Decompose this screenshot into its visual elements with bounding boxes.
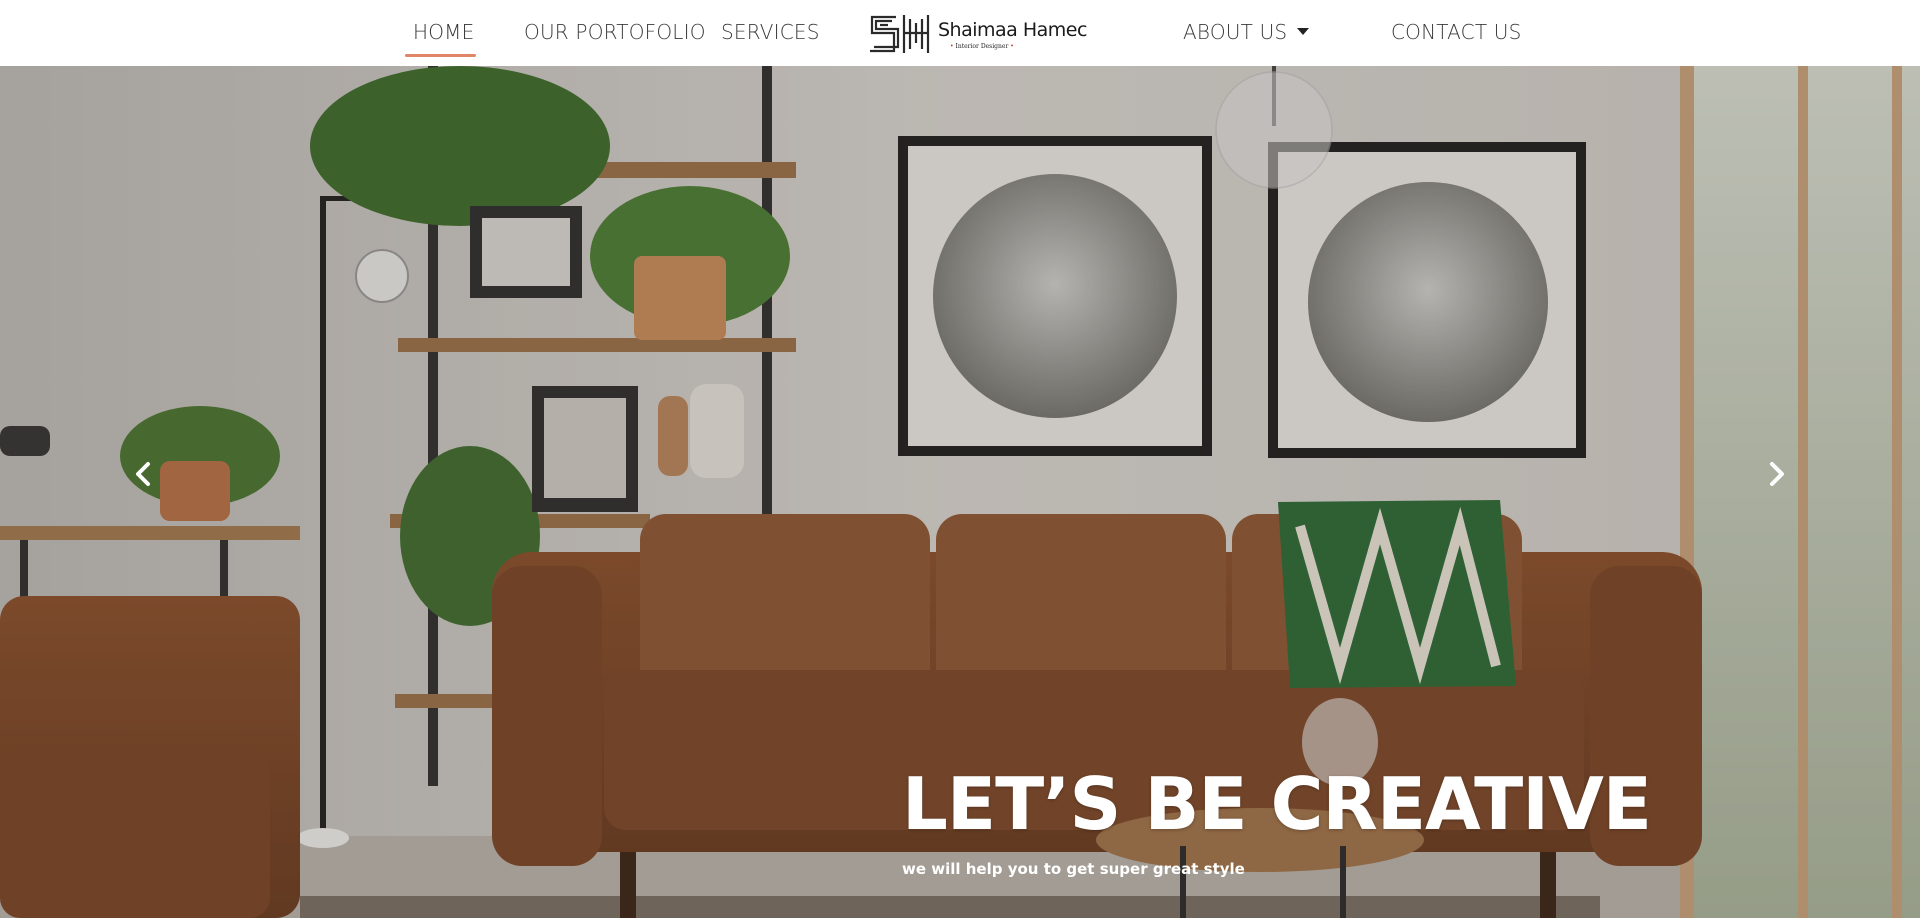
logo-name: Shaimaa Hamec bbox=[938, 19, 1087, 41]
nav-about-dropdown[interactable]: ABOUT US bbox=[1183, 20, 1310, 44]
chevron-left-icon bbox=[136, 462, 150, 486]
hero-carousel: LET’S BE CREATIVE we will help you to ge… bbox=[0, 66, 1920, 918]
chevron-right-icon bbox=[1770, 462, 1784, 486]
sh-monogram-icon bbox=[870, 15, 930, 53]
brand-logo[interactable]: Shaimaa Hamec • Interior Designer • bbox=[868, 13, 1087, 55]
nav-portfolio[interactable]: OUR PORTOFOLIO bbox=[524, 20, 706, 44]
nav-home[interactable]: HOME bbox=[413, 20, 474, 44]
logo-tagline: • Interior Designer • bbox=[950, 43, 1014, 50]
nav-services[interactable]: SERVICES bbox=[721, 20, 820, 44]
nav-contact[interactable]: CONTACT US bbox=[1391, 20, 1522, 44]
hero-title: LET’S BE CREATIVE bbox=[902, 762, 1652, 846]
carousel-prev-button[interactable] bbox=[124, 454, 164, 494]
hero-subtitle: we will help you to get super great styl… bbox=[902, 860, 1245, 878]
caret-down-icon bbox=[1297, 28, 1310, 35]
carousel-next-button[interactable] bbox=[1756, 454, 1796, 494]
active-nav-indicator bbox=[405, 54, 476, 57]
nav-about-label: ABOUT US bbox=[1183, 20, 1288, 44]
top-navbar: HOME OUR PORTOFOLIO SERVICES Shaimaa Ham… bbox=[0, 0, 1920, 66]
